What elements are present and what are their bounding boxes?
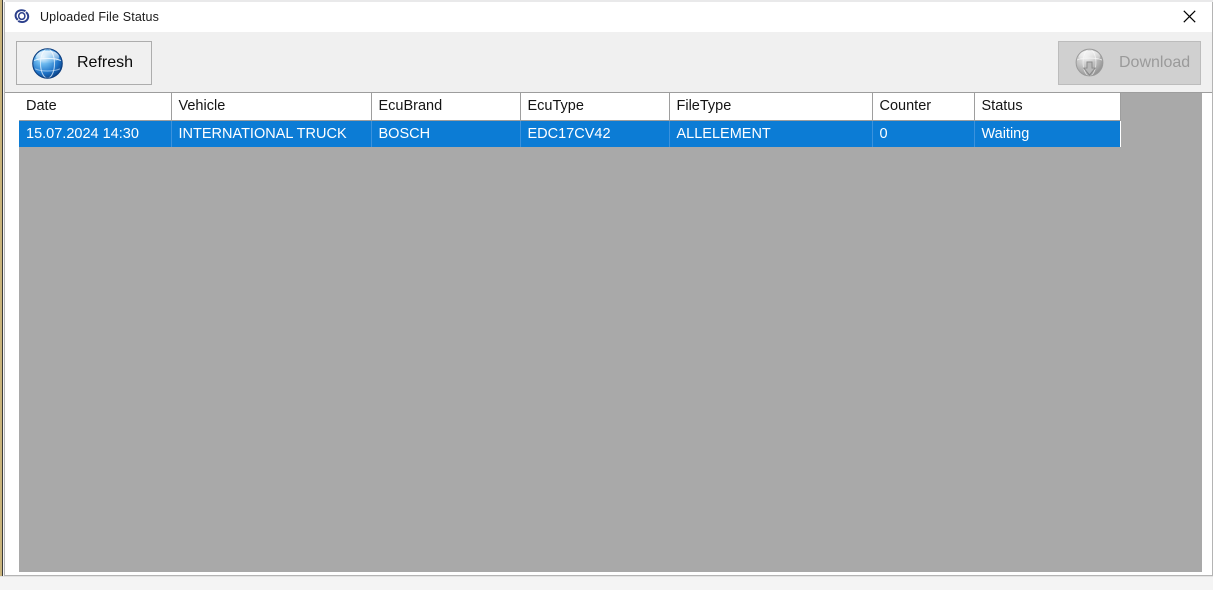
column-header-ecutype[interactable]: EcuType (520, 93, 670, 121)
app-logo-icon (14, 8, 30, 23)
uploaded-files-table: Date Vehicle EcuBrand EcuType FileType Counte… (19, 93, 1121, 147)
window-title: Uploaded File Status (40, 9, 160, 24)
table-body: 15.07.2024 14:30 INTERNATIONAL TRUCK BOSCH… (19, 120, 1120, 147)
cell-ecubrand[interactable]: BOSCH (371, 120, 521, 147)
column-header-status[interactable]: Status (974, 93, 1121, 121)
title-bar: Uploaded File Status (5, 2, 1212, 32)
cell-status[interactable]: Waiting (974, 120, 1120, 147)
toolbar: Refresh Download (5, 32, 1212, 93)
cell-date[interactable]: 15.07.2024 14:30 (19, 120, 172, 147)
file-list-panel[interactable]: Date Vehicle EcuBrand EcuType FileType Counte… (19, 93, 1202, 572)
download-button-label: Download (1119, 54, 1191, 71)
cell-counter[interactable]: 0 (872, 120, 975, 147)
table-row[interactable]: 15.07.2024 14:30 INTERNATIONAL TRUCK BOSCH… (19, 120, 1120, 147)
close-icon (1182, 10, 1196, 23)
refresh-button-label: Refresh (77, 54, 134, 71)
column-header-filetype[interactable]: FileType (669, 93, 873, 121)
cell-vehicle[interactable]: INTERNATIONAL TRUCK (171, 120, 372, 147)
cell-filetype[interactable]: ALLELEMENT (669, 120, 873, 147)
column-header-date[interactable]: Date (19, 93, 172, 121)
cell-ecutype[interactable]: EDC17CV42 (520, 120, 670, 147)
download-button[interactable]: Download (1058, 41, 1201, 85)
table-header-row: Date Vehicle EcuBrand EcuType FileType Counte… (19, 93, 1121, 121)
close-button[interactable] (1166, 2, 1212, 31)
globe-icon (32, 47, 63, 79)
column-header-vehicle[interactable]: Vehicle (171, 93, 372, 121)
uploaded-file-status-window: Uploaded File Status Refresh Download Da… (4, 2, 1213, 576)
background-dark-stripe (2, 0, 3, 590)
globe-download-icon (1075, 48, 1104, 76)
refresh-button[interactable]: Refresh (16, 41, 152, 85)
table-header: Date Vehicle EcuBrand EcuType FileType Counte… (19, 93, 1121, 121)
column-header-counter[interactable]: Counter (872, 93, 975, 121)
background-window-bottom-edge (0, 576, 1213, 590)
column-header-ecubrand[interactable]: EcuBrand (371, 93, 521, 121)
